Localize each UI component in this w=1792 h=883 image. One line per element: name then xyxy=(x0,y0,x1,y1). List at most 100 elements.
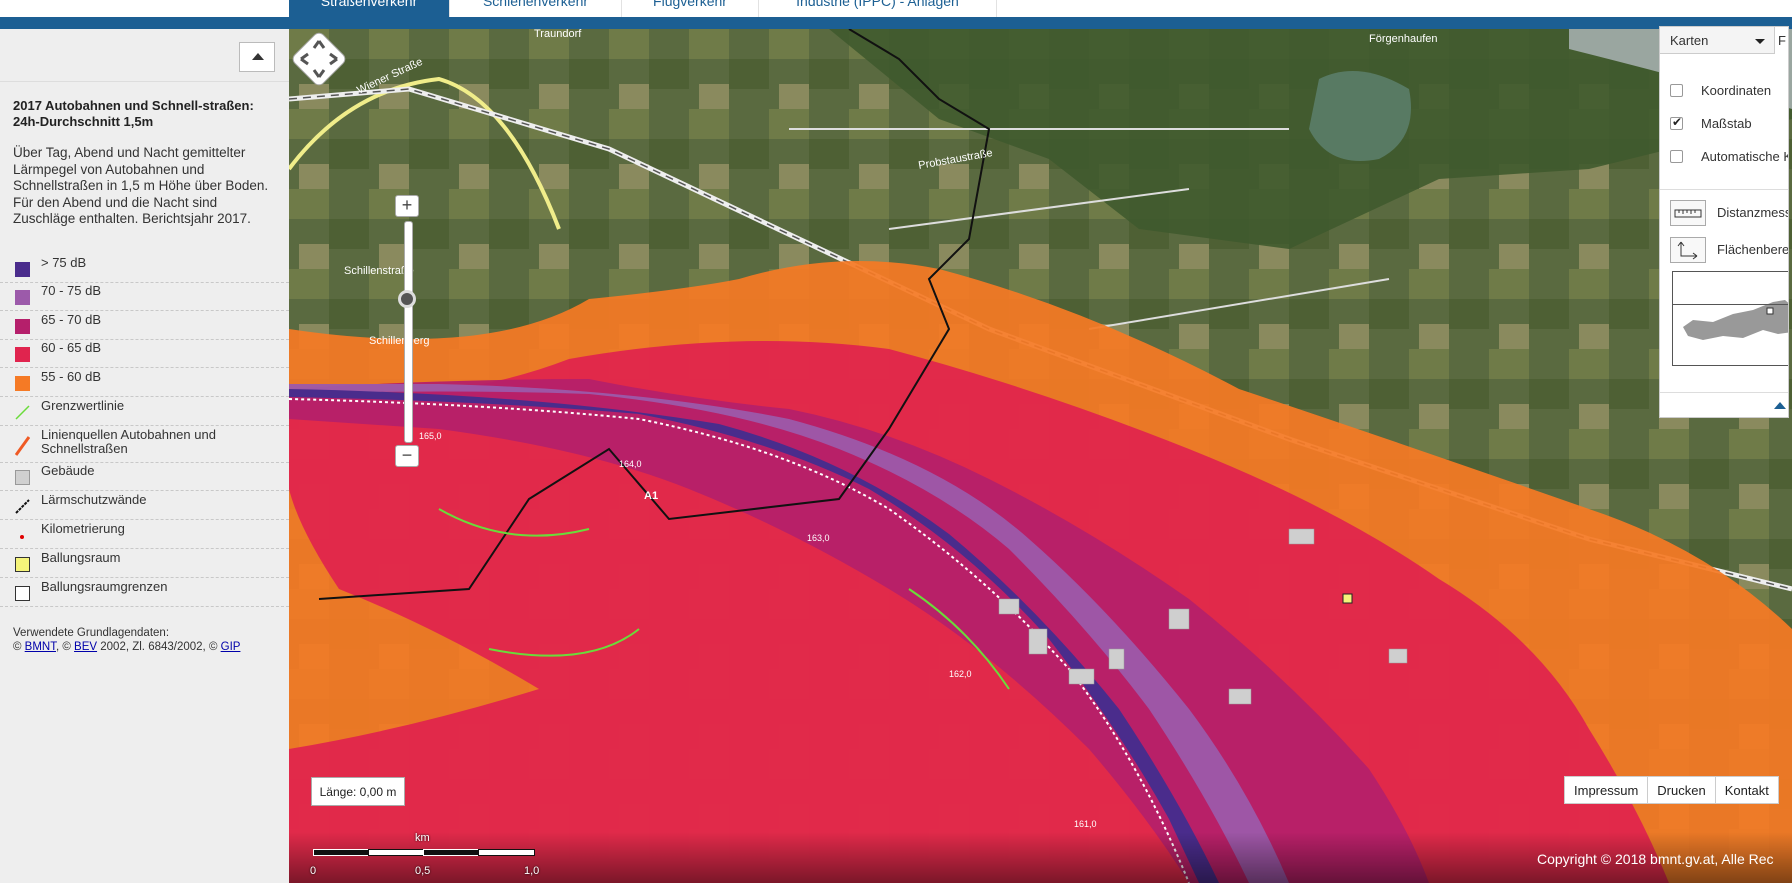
source-note: Verwendete Grundlagendaten: © BMNT, © BE… xyxy=(13,626,278,654)
legend-label: 65 - 70 dB xyxy=(41,312,101,327)
divider xyxy=(0,81,289,82)
legend-item-70-75: 70 - 75 dB xyxy=(0,282,289,311)
checkbox[interactable] xyxy=(1670,84,1683,97)
chevron-up-icon[interactable] xyxy=(1774,402,1786,409)
checkbox-label: Automatische K xyxy=(1701,149,1789,164)
header-band xyxy=(0,17,1792,29)
km-label: 164,0 xyxy=(619,459,642,469)
scale-segment xyxy=(368,849,425,856)
legend-label: Grenzwertlinie xyxy=(41,398,125,413)
zoom-track[interactable] xyxy=(404,221,413,443)
legend-label: Kilometrierung xyxy=(41,521,125,536)
scale-tick: 1,0 xyxy=(524,865,540,877)
tool-label: Flächenbere xyxy=(1717,242,1789,257)
source-line: © BMNT, © BEV 2002, Zl. 6843/2002, © GIP xyxy=(13,640,278,654)
noise-map[interactable]: Traundorf Wiener Straße Probstaustraße S… xyxy=(289,29,1792,883)
collapse-panel-button[interactable] xyxy=(239,42,275,72)
legend-label: 70 - 75 dB xyxy=(41,283,101,298)
legend-label: Gebäude xyxy=(41,463,95,478)
legend-title: 2017 Autobahnen und Schnell-straßen: 24h… xyxy=(13,98,254,129)
checkbox-label: Koordinaten xyxy=(1701,83,1772,98)
scale-segment xyxy=(313,849,370,856)
distance-measure-button[interactable] xyxy=(1670,200,1706,226)
scale-bar: km 0 0,5 1,0 xyxy=(310,832,543,882)
contact-link[interactable]: Kontakt xyxy=(1714,776,1779,804)
legend-item-laermschutzwaende: Lärmschutzwände xyxy=(0,491,289,520)
link-gip[interactable]: GIP xyxy=(221,641,241,653)
km-label: 161,0 xyxy=(1074,819,1097,829)
legend-item-linienquellen: Linienquellen Autobahnen und Schnellstra… xyxy=(0,426,289,463)
legend-item-60-65: 60 - 65 dB xyxy=(0,339,289,368)
divider xyxy=(1673,304,1788,305)
zoom-slider[interactable]: + − xyxy=(395,195,419,467)
place-label: Traundorf xyxy=(534,29,582,40)
dot-icon xyxy=(20,535,24,539)
austria-overview xyxy=(1683,300,1788,340)
area-measure-button[interactable] xyxy=(1670,237,1706,263)
legend-label: Linienquellen Autobahnen und Schnellstra… xyxy=(41,427,216,456)
checkbox[interactable] xyxy=(1670,150,1683,163)
color-swatch xyxy=(15,586,30,601)
panel-tab[interactable]: F xyxy=(1778,27,1786,54)
legend-item-65-70: 65 - 70 dB xyxy=(0,311,289,340)
scale-tick: 0 xyxy=(310,865,317,877)
legend-item-kilometrierung: Kilometrierung xyxy=(0,520,289,549)
color-swatch xyxy=(15,557,30,572)
legend-label: Ballungsraum xyxy=(41,550,121,565)
tab-strassenverkehr[interactable]: Straßenverkehr xyxy=(289,0,450,17)
legend-item-ballungsraum: Ballungsraum xyxy=(0,549,289,578)
scale-tick: 0,5 xyxy=(415,865,431,877)
legend-panel: 2017 Autobahnen und Schnell-straßen: 24h… xyxy=(0,29,290,883)
km-label: 165,0 xyxy=(419,431,442,441)
color-swatch xyxy=(15,262,30,277)
green-line-icon xyxy=(15,405,30,420)
source-prefix: Verwendete Grundlagendaten: xyxy=(13,627,170,639)
divider xyxy=(1660,392,1788,393)
wall-line-icon xyxy=(15,499,30,514)
area-icon xyxy=(1677,241,1698,260)
zoom-out-button[interactable]: − xyxy=(395,445,419,467)
impressum-link[interactable]: Impressum xyxy=(1564,776,1649,804)
link-bmnt[interactable]: BMNT xyxy=(25,641,56,653)
map-tools-panel: Karten F Koordinaten Maßstab Automatisch… xyxy=(1659,26,1789,418)
copyright-text: Copyright © 2018 bmnt.gv.at, Alle Rec xyxy=(1537,851,1774,867)
km-label: 163,0 xyxy=(807,533,830,543)
scale-segment xyxy=(478,849,535,856)
legend-label: Ballungsraumgrenzen xyxy=(41,579,168,594)
tab-industrie[interactable]: Industrie (IPPC) - Anlagen xyxy=(759,0,997,17)
orange-line-icon xyxy=(15,436,30,456)
color-swatch xyxy=(15,290,30,305)
map-layer-select[interactable]: Karten xyxy=(1660,27,1775,54)
print-link[interactable]: Drucken xyxy=(1647,776,1716,804)
checkbox[interactable] xyxy=(1670,115,1683,130)
tab-schienenverkehr[interactable]: Schienenverkehr xyxy=(450,0,622,17)
text: © xyxy=(13,641,25,653)
color-swatch xyxy=(15,319,30,334)
zoom-in-button[interactable]: + xyxy=(395,195,419,217)
legend-label: Lärmschutzwände xyxy=(41,492,147,507)
checkbox-label: Maßstab xyxy=(1701,116,1752,131)
zoom-handle[interactable] xyxy=(398,290,416,308)
overview-map[interactable] xyxy=(1672,271,1788,366)
divider xyxy=(1660,189,1788,190)
legend-item-ballungsraumgrenzen: Ballungsraumgrenzen xyxy=(0,578,289,607)
road-label: A1 xyxy=(644,490,658,502)
tool-label: Distanzmess xyxy=(1717,205,1789,220)
ruler-icon xyxy=(1674,209,1702,218)
scale-segment xyxy=(423,849,480,856)
link-bev[interactable]: BEV xyxy=(74,641,97,653)
footer-links: Impressum Drucken Kontakt xyxy=(1564,776,1779,804)
legend-description: Über Tag, Abend und Nacht gemittelter Lä… xyxy=(13,145,269,226)
legend-label: 60 - 65 dB xyxy=(41,340,101,355)
tab-flugverkehr[interactable]: Flugverkehr xyxy=(622,0,759,17)
scale-unit: km xyxy=(415,832,430,844)
measure-readout: Länge: 0,00 m xyxy=(311,777,405,806)
top-tab-bar: Straßenverkehr Schienenverkehr Flugverke… xyxy=(0,0,1792,18)
legend-label: > 75 dB xyxy=(41,255,87,270)
pan-control[interactable] xyxy=(289,29,349,89)
color-swatch xyxy=(15,347,30,362)
map-canvas[interactable]: Traundorf Wiener Straße Probstaustraße S… xyxy=(289,29,1792,883)
place-label: Förgenhaufen xyxy=(1369,33,1438,45)
color-swatch xyxy=(15,470,30,485)
text: 2002, Zl. 6843/2002, © xyxy=(97,641,221,653)
